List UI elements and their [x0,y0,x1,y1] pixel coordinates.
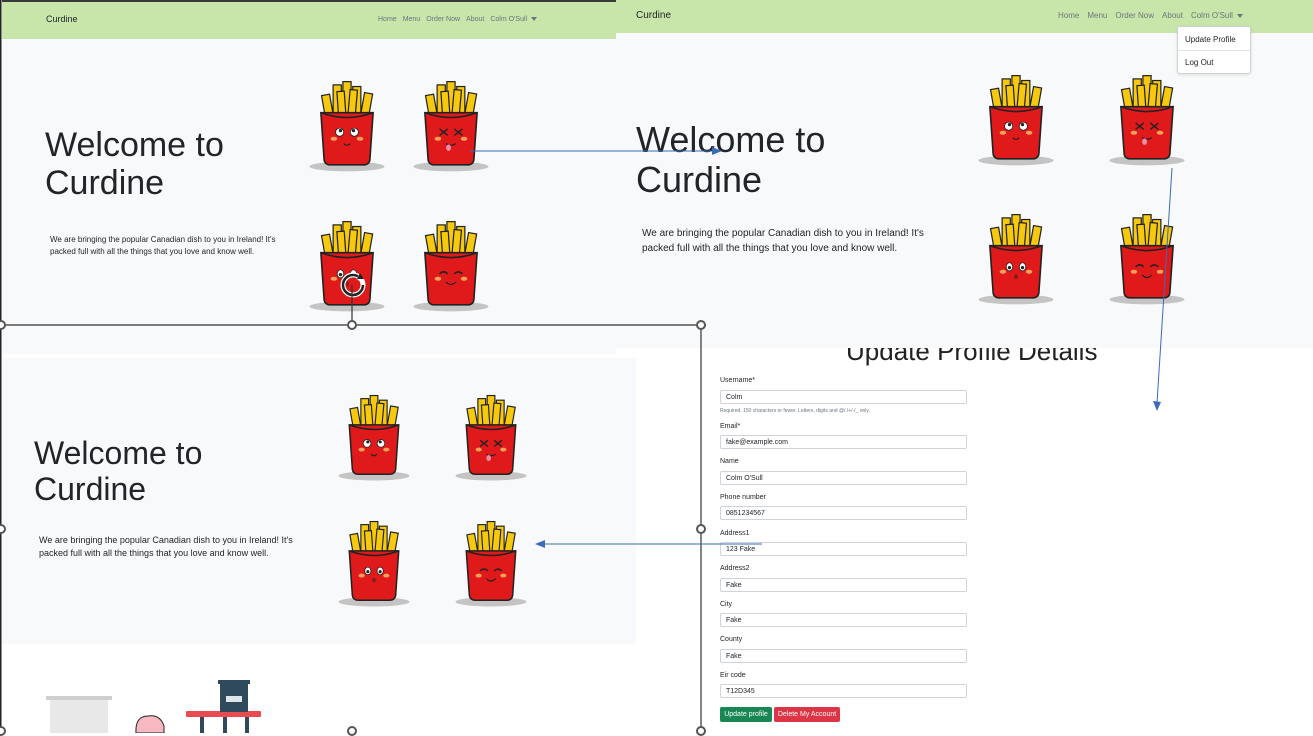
resize-handle[interactable] [696,524,706,534]
selection-overlay [0,0,1173,733]
resize-handle[interactable] [347,726,357,736]
rotate-handle[interactable] [347,320,357,330]
resize-handle[interactable] [696,320,706,330]
resize-handle[interactable] [0,726,6,736]
resize-handle[interactable] [696,726,706,736]
